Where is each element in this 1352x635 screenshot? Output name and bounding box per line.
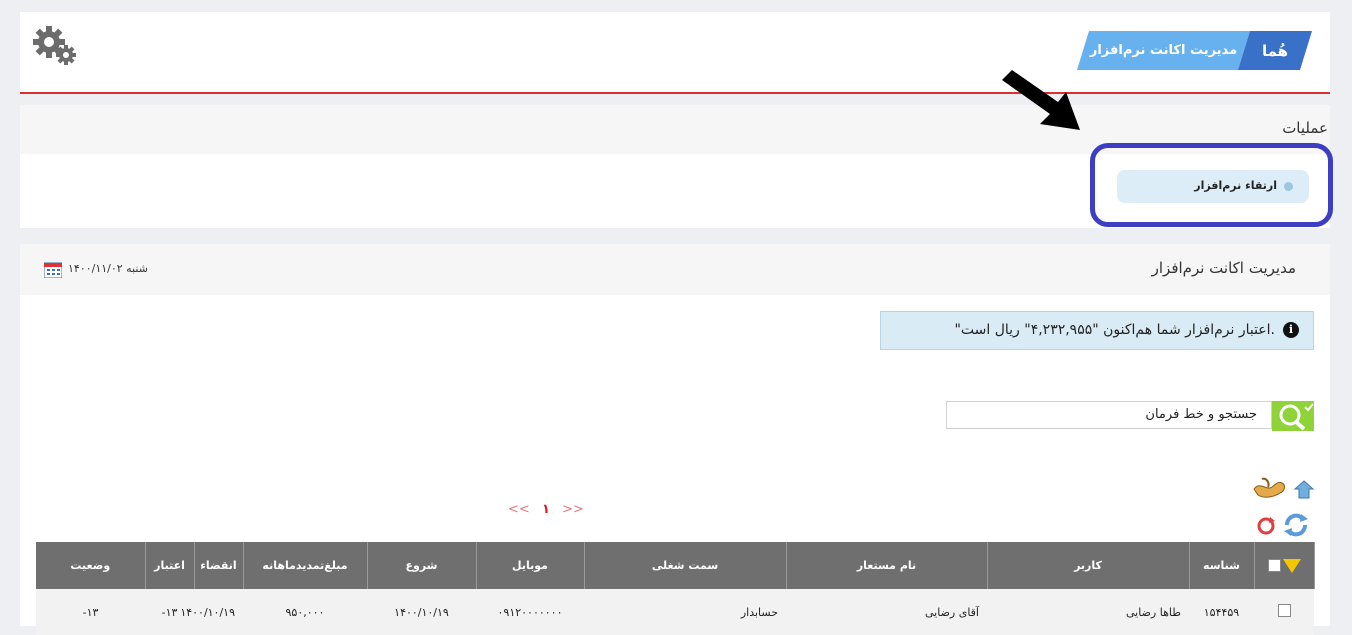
dove-icon[interactable] (1252, 475, 1288, 503)
pager-next[interactable]: >> (562, 502, 584, 517)
search-icon[interactable] (1272, 401, 1314, 431)
search-command-input[interactable]: جستجو و خط فرمان (946, 401, 1272, 429)
column-header-status[interactable]: وضعیت (36, 542, 146, 589)
credit-message: "اعتبار نرم‌افزار شما هم‌اکنون "۴,۲۳۲,۹۵… (954, 322, 1275, 338)
column-header-monthly-fee[interactable]: مبلغ‌تمدیدماهانه (243, 542, 368, 589)
info-icon: i (1283, 322, 1299, 338)
table-row[interactable]: ۱۵۴۴۵۹ طاها رضایی آقای رضایی حسابدار ۰۹۱… (36, 589, 1314, 635)
pager-prev[interactable]: << (508, 502, 530, 517)
credit-info-box: i "اعتبار نرم‌افزار شما هم‌اکنون "۴,۲۳۲,… (880, 311, 1314, 350)
cell-expiry: ۱۴۰۰/۱۰/۱۹ (180, 589, 243, 635)
export-icon[interactable] (1293, 479, 1315, 501)
column-header-id[interactable]: شناسه (1189, 542, 1255, 589)
brand-logo[interactable]: هُما (1238, 31, 1312, 70)
column-header-credit[interactable]: اعتبار (145, 542, 195, 589)
annotation-highlight-box (1090, 143, 1333, 227)
column-header-start[interactable]: شروع (367, 542, 477, 589)
pagination: << ۱ >> (508, 502, 584, 517)
row-checkbox[interactable] (1277, 604, 1291, 617)
main-header (20, 244, 1330, 295)
column-header-user[interactable]: کاربر (987, 542, 1190, 589)
settings-gear-icon[interactable] (32, 24, 78, 66)
cell-status: ۱۳- (36, 589, 145, 635)
cell-alias: آقای رضایی (786, 589, 987, 635)
cell-mobile: ۰۹۱۲۰۰۰۰۰۰۰ (476, 589, 584, 635)
app-title-tab[interactable]: مدیریت اکانت نرم‌افزار (1077, 31, 1250, 70)
column-header-expiry[interactable]: انقضاء (194, 542, 244, 589)
accounts-table: شناسه کاربر نام مستعار سمت شغلی موبایل ش… (36, 542, 1315, 635)
cell-id: ۱۵۴۴۵۹ (1189, 589, 1254, 635)
operations-title: عملیات (1282, 119, 1328, 137)
calendar-icon[interactable] (44, 261, 62, 278)
annotation-arrow-icon (1002, 70, 1080, 130)
filter-icon[interactable] (1282, 558, 1301, 573)
cell-user: طاها رضایی (987, 589, 1189, 635)
pager-current[interactable]: ۱ (542, 502, 550, 517)
cell-job: حسابدار (584, 589, 786, 635)
cell-start: ۱۴۰۰/۱۰/۱۹ (367, 589, 476, 635)
column-header-alias[interactable]: نام مستعار (786, 542, 988, 589)
cell-monthly-fee: ۹۵۰,۰۰۰ (243, 589, 367, 635)
select-all-checkbox[interactable] (1267, 559, 1281, 572)
select-all-header[interactable] (1254, 542, 1315, 589)
current-date: شنبه ۱۴۰۰/۱۱/۰۲ (68, 262, 148, 275)
table-header-row: شناسه کاربر نام مستعار سمت شغلی موبایل ش… (36, 542, 1315, 589)
column-header-mobile[interactable]: موبایل (476, 542, 585, 589)
page-title: مدیریت اکانت نرم‌افزار (1151, 259, 1296, 277)
refresh-icon[interactable] (1281, 511, 1311, 539)
reload-icon[interactable] (1256, 515, 1276, 535)
column-header-job[interactable]: سمت شغلی (584, 542, 787, 589)
